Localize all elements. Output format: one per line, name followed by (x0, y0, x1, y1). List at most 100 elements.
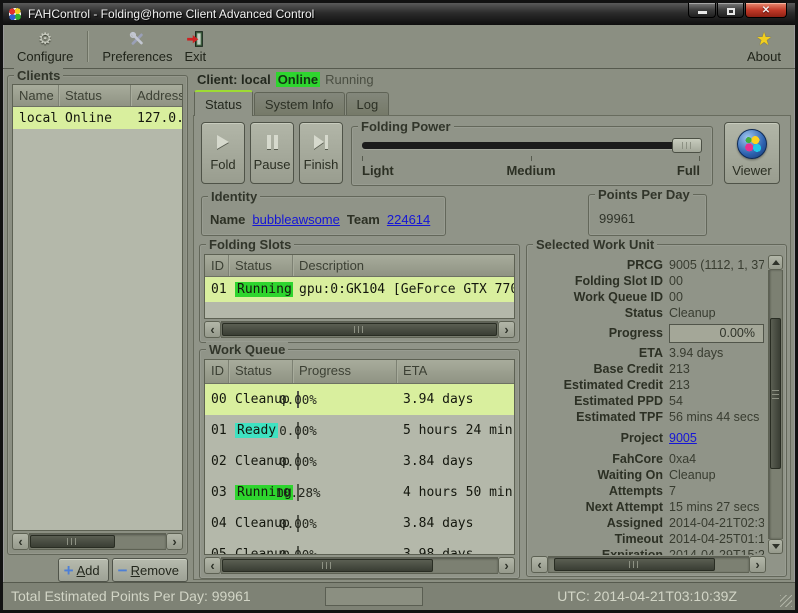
clients-col-address[interactable]: Address (131, 85, 182, 106)
finish-label: Finish (304, 157, 339, 172)
scroll-trough[interactable] (221, 321, 498, 338)
queue-col-eta[interactable]: ETA (397, 360, 514, 383)
project-link[interactable]: 9005 (669, 431, 697, 445)
queue-eta: 3.84 days (397, 516, 514, 531)
maximize-button[interactable] (717, 3, 744, 18)
slider-ticks (362, 156, 700, 161)
scroll-trough[interactable] (768, 270, 783, 539)
preferences-button[interactable]: Preferences (96, 27, 178, 66)
queue-eta: 5 hours 24 mins (397, 423, 514, 438)
exit-button[interactable]: Exit (178, 27, 212, 66)
progress-bar: 10.28% (297, 484, 299, 501)
grip-icon (67, 538, 78, 545)
remove-client-button[interactable]: − Remove (112, 558, 188, 582)
grip-icon (354, 326, 365, 333)
power-slider-trough[interactable] (362, 142, 700, 149)
client-area: Client: local Online Running Status Syst… (193, 69, 791, 582)
tab-system-info[interactable]: System Info (254, 92, 345, 116)
queue-row-00[interactable]: 00 Cleanup 0.00% 3.94 days (205, 384, 514, 415)
tab-status[interactable]: Status (194, 90, 253, 116)
queue-row-01[interactable]: 01 Ready 0.00% 5 hours 24 mins (205, 415, 514, 446)
queue-col-status[interactable]: Status (229, 360, 293, 383)
client-row-local[interactable]: local Online 127.0. (13, 107, 182, 129)
wu-value: 54 (669, 394, 683, 408)
power-slider-handle[interactable] (672, 138, 702, 153)
tab-log[interactable]: Log (346, 92, 390, 116)
queue-id: 01 (205, 423, 229, 438)
scroll-right-button[interactable]: › (498, 557, 515, 574)
scroll-up-button[interactable] (768, 255, 783, 270)
scroll-left-button[interactable]: ‹ (204, 321, 221, 338)
configure-button[interactable]: ⚙ Configure (11, 27, 79, 66)
slots-col-description[interactable]: Description (293, 255, 514, 276)
toolbar-separator (87, 31, 88, 62)
title-bar: FAHControl - Folding@home Client Advance… (3, 3, 795, 25)
scroll-trough[interactable] (221, 557, 498, 574)
slots-col-status[interactable]: Status (229, 255, 293, 276)
preferences-label: Preferences (102, 49, 172, 64)
queue-row-02[interactable]: 02 Cleanup 0.00% 3.84 days (205, 446, 514, 477)
scroll-thumb[interactable] (30, 535, 115, 548)
minimize-icon (698, 11, 707, 14)
client-state: Running (325, 72, 373, 87)
power-label-light: Light (362, 163, 394, 178)
about-button[interactable]: ★ About (741, 27, 787, 66)
scroll-thumb[interactable] (554, 558, 715, 571)
fold-button[interactable]: Fold (201, 122, 245, 184)
scroll-trough[interactable] (29, 533, 166, 550)
plus-icon: + (64, 562, 74, 579)
scroll-right-button[interactable]: › (166, 533, 183, 550)
queue-progress-cell: 10.28% (293, 485, 397, 500)
finish-button[interactable]: Finish (299, 122, 343, 184)
wu-label: FahCore (533, 452, 663, 466)
client-header: Client: local Online Running (197, 72, 374, 87)
tab-bar: Status System Info Log (194, 90, 390, 116)
scroll-thumb[interactable] (222, 323, 497, 336)
status-bar: Total Estimated Points Per Day: 99961 UT… (3, 582, 795, 610)
wu-label: Estimated TPF (533, 410, 663, 424)
toolbar-spacer (212, 27, 741, 66)
grip-icon (682, 142, 693, 149)
work-unit-details: PRCG9005 (1112, 1, 37) Folding Slot ID00… (533, 257, 764, 555)
queue-col-progress[interactable]: Progress (293, 360, 397, 383)
wu-label: Project (533, 431, 663, 445)
queue-row-03[interactable]: 03 Running 10.28% 4 hours 50 mins (205, 477, 514, 508)
slots-col-id[interactable]: ID (205, 255, 229, 276)
scroll-left-button[interactable]: ‹ (204, 557, 221, 574)
queue-eta: 3.84 days (397, 454, 514, 469)
fold-label: Fold (210, 157, 235, 172)
clients-col-status[interactable]: Status (59, 85, 131, 106)
identity-panel: Identity Name bubbleawsome Team 224614 (201, 196, 446, 236)
viewer-label: Viewer (732, 163, 772, 178)
scroll-down-button[interactable] (768, 539, 783, 554)
queue-col-id[interactable]: ID (205, 360, 229, 383)
queue-scrollbar: ‹ › (204, 557, 515, 574)
scroll-left-button[interactable]: ‹ (12, 533, 29, 550)
wu-label: PRCG (533, 258, 663, 272)
work-unit-vscrollbar (768, 255, 783, 554)
scroll-right-button[interactable]: › (498, 321, 515, 338)
donor-name-link[interactable]: bubbleawsome (252, 212, 339, 227)
resize-grip[interactable] (780, 595, 792, 607)
queue-row-04[interactable]: 04 Cleanup 0.00% 3.84 days (205, 508, 514, 539)
work-queue-table: ID Status Progress ETA 00 Cleanup 0.00% … (204, 359, 515, 555)
slot-row[interactable]: 01 Running gpu:0:GK104 [GeForce GTX 770] (205, 277, 514, 302)
scroll-thumb[interactable] (222, 559, 433, 572)
close-button[interactable]: ✕ (745, 3, 787, 18)
star-icon: ★ (756, 29, 772, 49)
clients-col-name[interactable]: Name (13, 85, 59, 106)
scroll-thumb[interactable] (770, 318, 781, 469)
pause-button[interactable]: Pause (250, 122, 294, 184)
queue-progress-cell: 0.00% (293, 423, 397, 438)
add-client-button[interactable]: + Add (58, 558, 109, 582)
viewer-button[interactable]: Viewer (724, 122, 780, 184)
utc-clock-text: UTC: 2014-04-21T03:10:39Z (557, 588, 737, 604)
scroll-left-button[interactable]: ‹ (531, 556, 548, 573)
scroll-trough[interactable] (548, 556, 749, 573)
queue-row-05[interactable]: 05 Cleanup 0.00% 3.98 days (205, 539, 514, 554)
scroll-right-button[interactable]: › (749, 556, 766, 573)
window-controls: ✕ (688, 3, 787, 18)
main-content: Clients Name Status Address local Online… (3, 69, 795, 582)
team-number-link[interactable]: 224614 (387, 212, 430, 227)
minimize-button[interactable] (688, 3, 716, 18)
